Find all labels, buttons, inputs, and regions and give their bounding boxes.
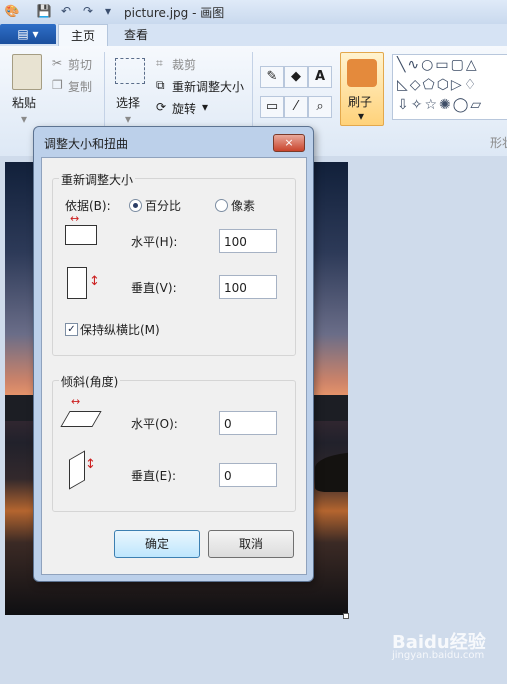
undo-icon[interactable]: ↶ [58,3,74,19]
arrow-icon: ↔ [71,395,81,408]
brush-label: 刷子 [348,95,373,109]
paint-app-icon: 🎨 [4,4,20,18]
brush-button[interactable]: 刷子 ▾ [340,52,384,126]
color-picker-icon[interactable]: ⁄ [284,96,308,118]
copy-button[interactable]: 复制 [68,78,92,95]
keep-ratio-label: 保持纵横比(M) [80,323,160,337]
pixels-radio[interactable] [215,199,228,212]
shapes-group-label: 形状 [490,136,507,150]
file-menu-button[interactable]: ▤ ▾ [0,24,56,44]
driftwood [315,452,348,492]
clipboard-icon[interactable] [12,54,42,90]
save-icon[interactable]: 💾 [36,3,52,19]
skew-vertical-label: 垂直(E): [131,469,176,483]
text-icon[interactable]: A [308,66,332,88]
horizontal-resize-icon: ↔ [65,212,97,245]
pixels-label: 像素 [231,199,256,213]
window-title: picture.jpg - 画图 [124,6,225,20]
brush-dropdown-icon: ▾ [358,109,365,123]
resize-handle[interactable] [343,613,349,619]
resize-icon: ⧉ [156,78,165,92]
redo-icon[interactable]: ↷ [80,3,96,19]
horizontal-percent-input[interactable]: 100 [219,229,277,253]
fill-icon[interactable]: ◆ [284,66,308,88]
skew-vertical-input[interactable]: 0 [219,463,277,487]
shapes-row: ╲∿○▭▢△ [397,57,479,73]
rotate-button[interactable]: 旋转 [172,100,196,117]
dialog-title: 调整大小和扭曲 [44,137,129,151]
horizontal-skew-icon [60,411,102,427]
shapes-row: ◺◇⬠⬡▷♢ [397,77,479,93]
vertical-label: 垂直(V): [131,281,177,295]
crop-icon: ⌗ [156,56,163,70]
percent-label: 百分比 [145,199,182,213]
arrow-icon: ↕ [89,274,100,289]
skew-group-title: 倾斜(角度) [59,373,121,390]
menu-icon: ▤ ▾ [17,27,39,41]
arrow-icon: ↔ [70,212,80,225]
tab-home[interactable]: 主页 [58,24,109,47]
crop-button[interactable]: 裁剪 [172,56,196,73]
shapes-gallery[interactable]: ╲∿○▭▢△ ◺◇⬠⬡▷♢ ⇩✧☆✺◯▱ [392,54,507,120]
rotate-dropdown-icon[interactable]: ▾ [202,100,208,114]
pencil-icon[interactable]: ✎ [260,66,284,88]
resize-group: 重新调整大小 依据(B): 百分比 像素 ↔ 水平(H): 100 ↕ 垂直(V… [52,171,296,356]
divider [252,52,253,126]
tab-view[interactable]: 查看 [112,24,160,46]
vertical-percent-input[interactable]: 100 [219,275,277,299]
copy-icon: ❐ [52,78,63,92]
ribbon-tabs: ▤ ▾ 主页 查看 [0,24,507,47]
magnifier-icon[interactable]: ⌕ [308,96,332,118]
rotate-icon: ⟳ [156,100,167,114]
cut-button[interactable]: 剪切 [68,56,92,73]
ok-button[interactable]: 确定 [114,530,200,558]
eraser-icon[interactable]: ▭ [260,96,284,118]
skew-group: 倾斜(角度) ↔ 水平(O): 0 ↕ 垂直(E): 0 [52,373,296,512]
resize-group-title: 重新调整大小 [59,171,136,188]
percent-radio[interactable] [129,199,142,212]
horizontal-label: 水平(H): [131,235,178,249]
paste-dropdown-icon[interactable]: ▾ [21,112,27,126]
cancel-button[interactable]: 取消 [208,530,294,558]
resize-button[interactable]: 重新调整大小 [172,78,244,95]
arrow-icon: ↕ [85,457,96,472]
vertical-skew-icon [69,450,85,490]
skew-horizontal-label: 水平(O): [131,417,178,431]
close-icon[interactable]: × [273,134,305,152]
shapes-row: ⇩✧☆✺◯▱ [397,97,484,113]
dialog-body: 重新调整大小 依据(B): 百分比 像素 ↔ 水平(H): 100 ↕ 垂直(V… [41,157,307,575]
keep-ratio-checkbox[interactable]: ✓ [65,323,78,336]
select-dropdown-icon[interactable]: ▾ [125,112,131,126]
title-bar: 🎨 💾 ↶ ↷ ▾ picture.jpg - 画图 [0,0,507,25]
divider [104,52,105,126]
paste-button[interactable]: 粘贴 [12,94,36,111]
brush-icon [347,59,377,87]
watermark-url: jingyan.baidu.com [392,650,485,661]
select-button[interactable]: 选择 [116,94,140,111]
vertical-resize-icon: ↕ [67,267,100,299]
scissors-icon: ✂ [52,56,63,70]
select-icon[interactable] [115,58,145,84]
resize-skew-dialog: 调整大小和扭曲 × 重新调整大小 依据(B): 百分比 像素 ↔ 水平(H): … [33,126,314,582]
customize-quick-access-icon[interactable]: ▾ [100,3,116,19]
skew-horizontal-input[interactable]: 0 [219,411,277,435]
